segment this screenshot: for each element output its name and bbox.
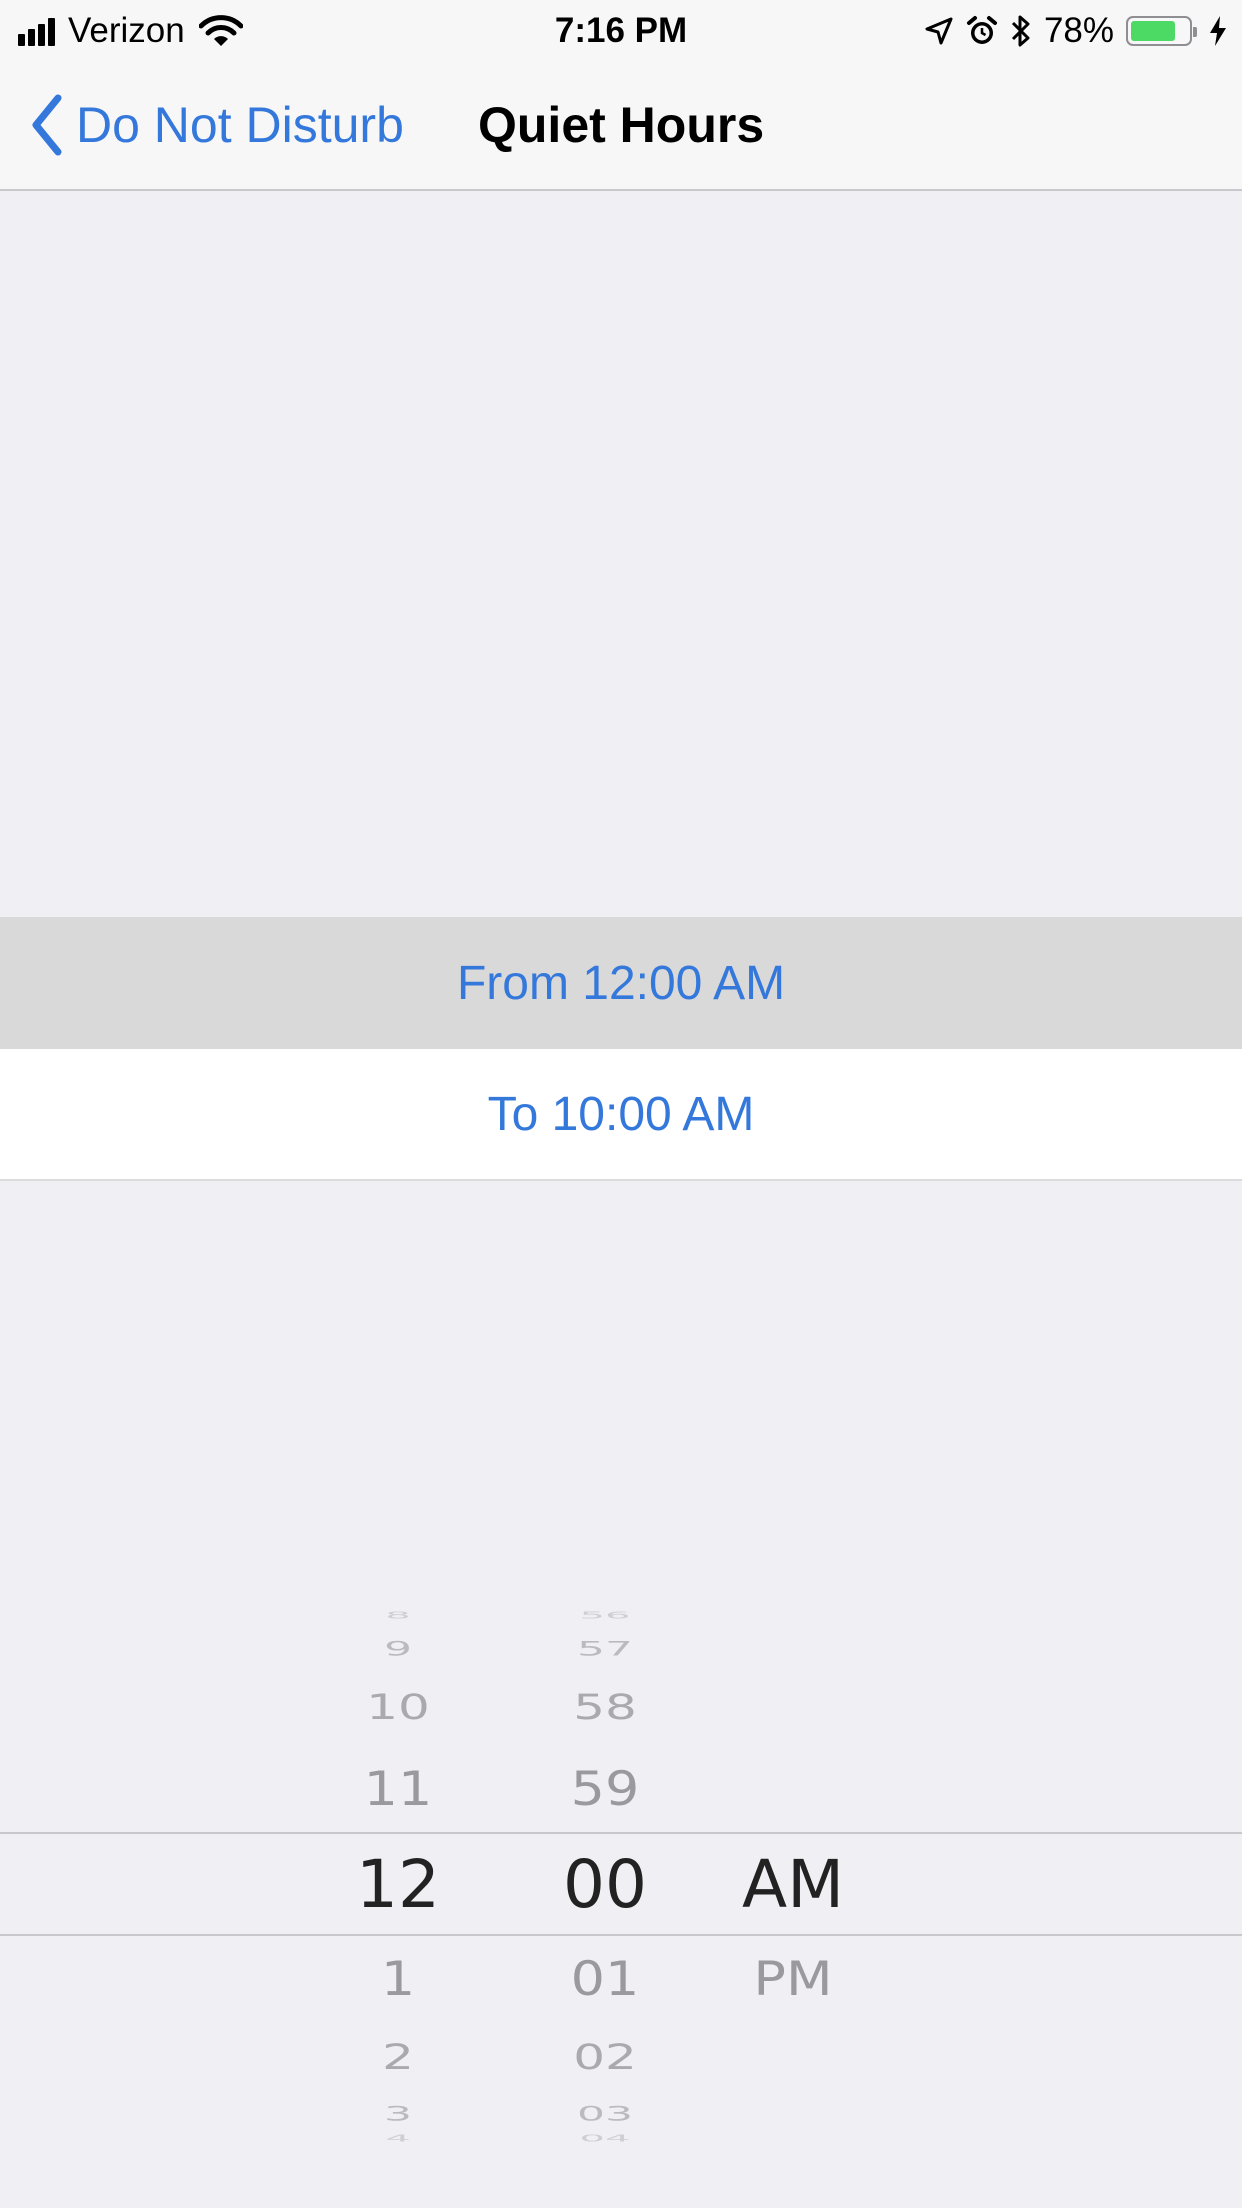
minute-option[interactable]: 57 [505, 1639, 705, 1659]
status-bar: Verizon 7:16 PM 78% [0, 0, 1242, 60]
hour-option[interactable]: 9 [298, 1639, 498, 1659]
battery-percent: 78% [1043, 11, 1114, 50]
hour-option[interactable]: 4 [298, 2133, 498, 2143]
minute-option[interactable]: 04 [505, 2133, 705, 2143]
to-time-label: To 10:00 AM [487, 1087, 755, 1141]
back-button-label: Do Not Disturb [76, 97, 404, 153]
chevron-left-icon [32, 94, 62, 156]
hour-option[interactable]: 8 [298, 1610, 498, 1620]
bluetooth-icon [1011, 15, 1030, 47]
wifi-icon [198, 15, 243, 46]
to-time-row[interactable]: To 10:00 AM [0, 1049, 1242, 1181]
period-option[interactable]: PM [693, 1952, 893, 2006]
battery-icon [1126, 16, 1197, 46]
status-left: Verizon [18, 8, 243, 54]
minute-option[interactable]: 02 [505, 2038, 705, 2076]
carrier-label: Verizon [68, 11, 185, 50]
alarm-icon [966, 16, 997, 44]
from-time-row[interactable]: From 12:00 AM [0, 917, 1242, 1049]
minute-option[interactable]: 58 [505, 1688, 705, 1726]
charging-icon [1210, 16, 1226, 46]
minute-option[interactable]: 59 [505, 1762, 705, 1816]
period-wheel[interactable]: AM PM [693, 1600, 893, 2160]
page-title: Quiet Hours [478, 97, 765, 153]
location-icon [925, 17, 953, 45]
hour-option[interactable]: 10 [298, 1688, 498, 1726]
hour-option[interactable]: 11 [298, 1762, 498, 1816]
hour-option[interactable]: 3 [298, 2104, 498, 2124]
hour-selected[interactable]: 12 [298, 1848, 498, 1922]
minute-option[interactable]: 03 [505, 2104, 705, 2124]
time-picker: 8 9 10 11 12 1 2 3 4 56 57 58 59 00 01 0… [0, 1600, 1242, 2160]
signal-icon [18, 16, 58, 46]
hour-wheel[interactable]: 8 9 10 11 12 1 2 3 4 [298, 1600, 498, 2160]
battery-fill [1131, 21, 1175, 41]
status-right: 78% [912, 8, 1228, 54]
minute-wheel[interactable]: 56 57 58 59 00 01 02 03 04 [505, 1600, 705, 2160]
minute-option[interactable]: 56 [505, 1610, 705, 1620]
back-button[interactable]: Do Not Disturb [30, 90, 404, 160]
period-selected[interactable]: AM [693, 1848, 893, 1922]
hour-option[interactable]: 2 [298, 2038, 498, 2076]
minute-selected[interactable]: 00 [505, 1848, 705, 1922]
minute-option[interactable]: 01 [505, 1952, 705, 2006]
navigation-bar: Do Not Disturb Quiet Hours [0, 60, 1242, 191]
from-time-label: From 12:00 AM [456, 956, 786, 1010]
hour-option[interactable]: 1 [298, 1952, 498, 2006]
